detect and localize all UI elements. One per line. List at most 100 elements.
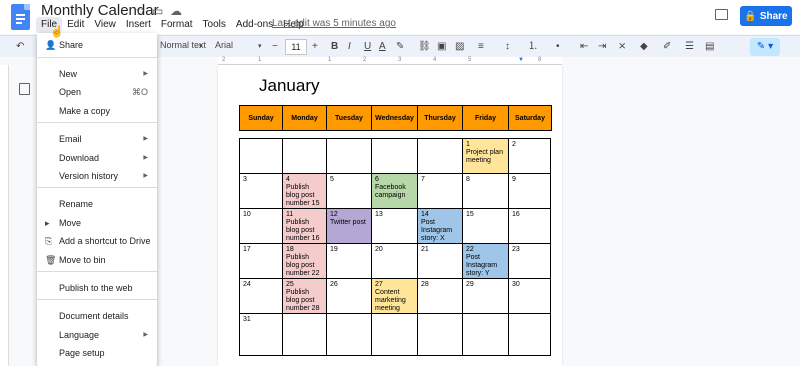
file-menu-item-new[interactable]: New ▶: [37, 65, 157, 83]
font-dropdown-icon[interactable]: ▾: [258, 39, 262, 55]
underline-button[interactable]: U: [364, 39, 371, 55]
style-dropdown-icon[interactable]: ▾: [199, 39, 203, 55]
weekday-header-3[interactable]: Wednesday: [372, 106, 418, 130]
calendar-day-cell[interactable]: 25 Publish blog post number 28: [283, 279, 327, 314]
calendar-day-cell[interactable]: 14 Post Instagram story: X: [418, 209, 463, 244]
calendar-day-cell[interactable]: 23: [509, 244, 551, 279]
horizontal-ruler[interactable]: 2 1 1 2 3 4 5 ▼ 8: [218, 57, 562, 65]
calendar-day-cell[interactable]: 26: [327, 279, 372, 314]
calendar-day-cell[interactable]: [372, 314, 418, 356]
border-color-icon[interactable]: ✐: [663, 39, 671, 55]
calendar-day-cell[interactable]: 29: [463, 279, 509, 314]
weekday-header-5[interactable]: Friday: [463, 106, 509, 130]
calendar-day-cell[interactable]: 13: [372, 209, 418, 244]
increase-font-button[interactable]: +: [312, 39, 318, 55]
file-menu-item-publish-to-the-web[interactable]: Publish to the web: [37, 279, 157, 297]
italic-button[interactable]: I: [348, 39, 351, 55]
file-menu-item-version-history[interactable]: Version history ▶: [37, 167, 157, 185]
move-folder-icon[interactable]: ▭: [152, 4, 163, 18]
file-menu-item-document-details[interactable]: Document details: [37, 307, 157, 325]
insert-image-icon[interactable]: ▨: [455, 39, 464, 55]
weekday-header-4[interactable]: Thursday: [418, 106, 463, 130]
file-menu-item-language[interactable]: Language ▶: [37, 326, 157, 344]
file-menu-item-add-a-shortcut-to-drive[interactable]: ⎘ Add a shortcut to Drive: [37, 232, 157, 250]
calendar-day-cell[interactable]: 6 Facebook campaign: [372, 174, 418, 209]
calendar-day-cell[interactable]: 5: [327, 174, 372, 209]
calendar-table[interactable]: 1 Project plan meeting 2 3 4 Publish blog pos…: [239, 138, 551, 356]
comment-history-icon[interactable]: [715, 9, 728, 20]
calendar-day-cell[interactable]: [240, 139, 283, 174]
increase-indent-icon[interactable]: ⇥: [598, 39, 606, 55]
menu-tools[interactable]: Tools: [198, 17, 231, 33]
calendar-day-cell[interactable]: 2: [509, 139, 551, 174]
calendar-day-cell[interactable]: 7: [418, 174, 463, 209]
decrease-indent-icon[interactable]: ⇤: [580, 39, 588, 55]
calendar-day-cell[interactable]: 19: [327, 244, 372, 279]
calendar-day-cell[interactable]: 24: [240, 279, 283, 314]
file-menu-item-download[interactable]: Download ▶: [37, 149, 157, 167]
weekday-header-1[interactable]: Monday: [283, 106, 327, 130]
clear-formatting-icon[interactable]: ⨯: [618, 39, 626, 55]
calendar-day-cell[interactable]: [283, 139, 327, 174]
calendar-day-cell[interactable]: 27 Content marketing meeting: [372, 279, 418, 314]
calendar-day-cell[interactable]: 10: [240, 209, 283, 244]
menu-edit[interactable]: Edit: [62, 17, 89, 33]
calendar-day-cell[interactable]: 8: [463, 174, 509, 209]
share-button[interactable]: 🔒 Share: [740, 6, 792, 26]
calendar-day-cell[interactable]: 12 Twitter post: [327, 209, 372, 244]
bulleted-list-icon[interactable]: •: [556, 39, 560, 55]
align-icon[interactable]: ≡: [478, 39, 484, 55]
vertical-ruler[interactable]: [0, 65, 9, 366]
menu-insert[interactable]: Insert: [121, 17, 156, 33]
calendar-day-cell[interactable]: [418, 139, 463, 174]
calendar-day-cell[interactable]: 22 Post Instagram story: Y: [463, 244, 509, 279]
file-menu-item-make-a-copy[interactable]: Make a copy: [37, 102, 157, 120]
calendar-day-cell[interactable]: 9: [509, 174, 551, 209]
weekday-header-6[interactable]: Saturday: [509, 106, 551, 130]
cell-fill-color-icon[interactable]: ◆: [640, 39, 648, 55]
line-spacing-icon[interactable]: ↕: [505, 39, 510, 55]
calendar-day-cell[interactable]: 18 Publish blog post number 22: [283, 244, 327, 279]
calendar-day-cell[interactable]: 31: [240, 314, 283, 356]
file-menu-item-rename[interactable]: Rename: [37, 195, 157, 213]
numbered-list-icon[interactable]: ⒈: [528, 39, 538, 55]
file-menu-item-move-to-bin[interactable]: 🗑 Move to bin: [37, 251, 157, 269]
font-select[interactable]: Arial: [215, 40, 233, 50]
calendar-day-cell[interactable]: [372, 139, 418, 174]
insert-comment-icon[interactable]: ▣: [437, 39, 446, 55]
weekday-header-0[interactable]: Sunday: [240, 106, 283, 130]
file-menu-item-open[interactable]: Open ⌘O: [37, 83, 157, 101]
insert-link-icon[interactable]: ⛓: [418, 39, 431, 55]
last-edit-link[interactable]: Last edit was 5 minutes ago: [272, 18, 396, 29]
text-color-button[interactable]: A: [379, 39, 386, 55]
calendar-day-cell[interactable]: 3: [240, 174, 283, 209]
file-menu-item-move[interactable]: ▸ Move: [37, 214, 157, 232]
calendar-day-cell[interactable]: 30: [509, 279, 551, 314]
calendar-day-cell[interactable]: 28: [418, 279, 463, 314]
calendar-day-cell[interactable]: [463, 314, 509, 356]
weekday-header-2[interactable]: Tuesday: [327, 106, 372, 130]
border-width-icon[interactable]: ☰: [685, 39, 694, 55]
calendar-day-cell[interactable]: [509, 314, 551, 356]
calendar-day-cell[interactable]: [283, 314, 327, 356]
docs-logo-icon[interactable]: [11, 4, 30, 30]
undo-icon[interactable]: ↶: [16, 39, 24, 55]
bold-button[interactable]: B: [331, 39, 338, 55]
calendar-day-cell[interactable]: 17: [240, 244, 283, 279]
menu-format[interactable]: Format: [156, 17, 198, 33]
calendar-day-cell[interactable]: [418, 314, 463, 356]
menu-view[interactable]: View: [89, 17, 121, 33]
font-size-input[interactable]: 11: [285, 39, 307, 55]
highlight-icon[interactable]: ✎: [396, 39, 404, 55]
calendar-day-cell[interactable]: 11 Publish blog post number 16: [283, 209, 327, 244]
document-outline-icon[interactable]: [19, 83, 30, 95]
calendar-day-cell[interactable]: [327, 139, 372, 174]
file-menu-item-page-setup[interactable]: Page setup: [37, 344, 157, 362]
file-menu-item-share[interactable]: 👤 Share: [37, 36, 157, 54]
decrease-font-button[interactable]: −: [272, 39, 278, 55]
document-page[interactable]: January Sunday Monday Tuesday Wednesday Thur…: [218, 65, 562, 366]
calendar-day-cell[interactable]: 20: [372, 244, 418, 279]
calendar-day-cell[interactable]: [327, 314, 372, 356]
star-icon[interactable]: ☆: [135, 4, 146, 18]
file-menu-item-email[interactable]: Email ▶: [37, 130, 157, 148]
